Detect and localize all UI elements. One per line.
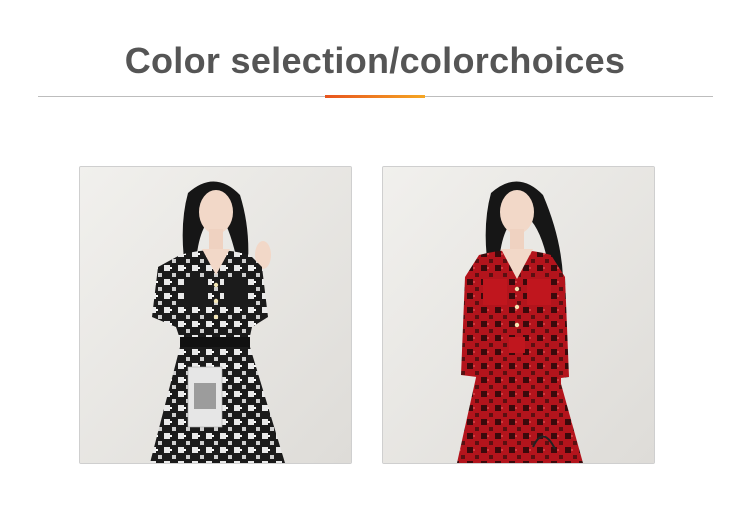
title-accent-bar [325,95,425,98]
product-photo-red [383,167,654,463]
product-photo-black-white [80,167,351,463]
color-option-black-white[interactable] [79,166,352,464]
color-option-red[interactable] [382,166,655,464]
page-title: Color selection/colorchoices [124,40,626,81]
